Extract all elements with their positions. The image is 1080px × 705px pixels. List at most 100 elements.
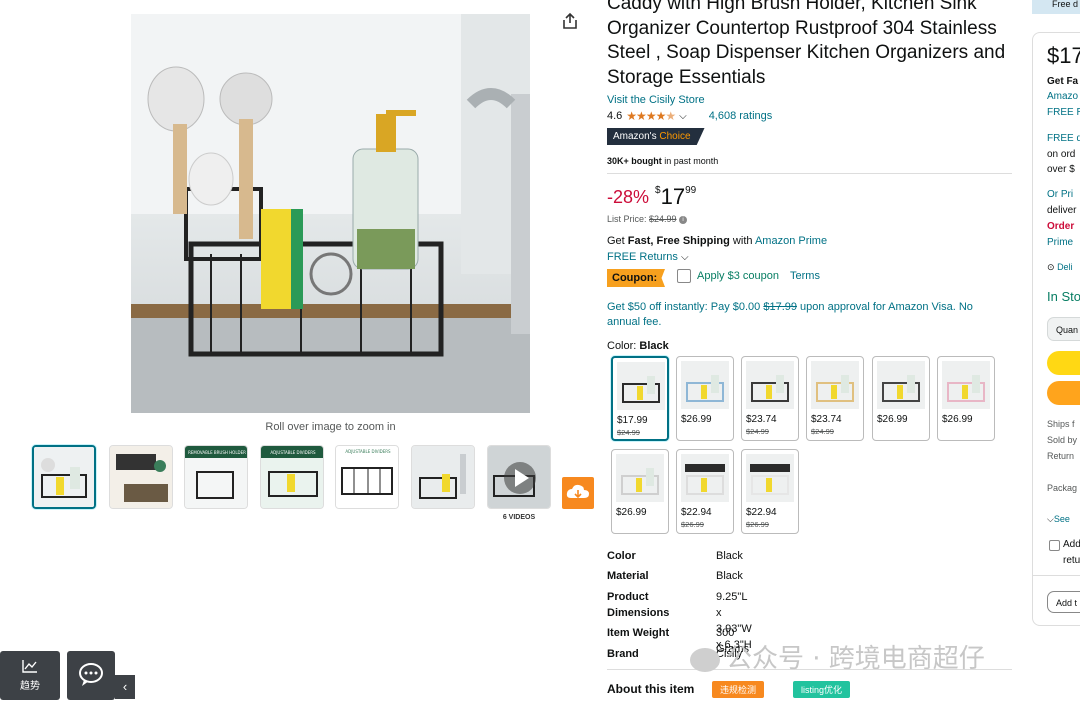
swatch-image: [877, 361, 925, 409]
thumbnail-3[interactable]: REMOVABLE BRUSH HOLDER: [184, 445, 248, 509]
coupon-checkbox[interactable]: [677, 269, 691, 283]
buybox-line: over $: [1047, 164, 1075, 175]
product-main-image[interactable]: [131, 14, 530, 413]
buybox-line[interactable]: FREE d: [1047, 133, 1080, 144]
thumbnail-1[interactable]: [32, 445, 96, 509]
free-returns-link[interactable]: FREE Returns ⌵: [607, 251, 689, 263]
watermark: 公众号 · 跨境电商超仔: [690, 638, 985, 675]
color-swatch[interactable]: $22.94 $26.99: [676, 449, 734, 534]
buybox-line: Sold by: [1047, 435, 1078, 445]
video-thumbnail[interactable]: [487, 445, 551, 509]
buybox-line: Add: [1063, 539, 1080, 550]
buy-now-button[interactable]: [1047, 381, 1080, 405]
thumb-3-caption: REMOVABLE BRUSH HOLDER: [188, 450, 246, 455]
thumbnail-4[interactable]: ADJUSTABLE DIVIDERS: [260, 445, 324, 509]
swatch-price: $26.99: [616, 507, 647, 518]
color-swatch[interactable]: $22.94 $26.99: [741, 449, 799, 534]
free-delivery-banner: Free d: [1032, 0, 1080, 14]
collapse-chevron-icon[interactable]: ‹: [115, 675, 135, 699]
spec-value: Black: [716, 550, 743, 562]
star-rating-icon[interactable]: ★★★★★: [626, 109, 676, 123]
swatch-old-price: $24.99: [811, 427, 834, 436]
quantity-select[interactable]: Quan: [1047, 317, 1080, 341]
visa-offer[interactable]: Get $50 off instantly: Pay $0.00 $17.99 …: [607, 300, 1007, 330]
add-to-list-button[interactable]: Add t: [1047, 591, 1080, 613]
chevron-down-icon[interactable]: ⌵: [679, 111, 687, 122]
swatch-image: [681, 454, 729, 502]
store-link[interactable]: Visit the Cisily Store: [607, 94, 705, 106]
buybox-line: retu: [1063, 555, 1080, 566]
info-icon[interactable]: i: [679, 215, 688, 224]
apply-coupon-label[interactable]: Apply $3 coupon: [697, 270, 779, 282]
swatch-price: $23.74: [746, 414, 777, 425]
color-swatch[interactable]: $26.99: [676, 356, 734, 441]
swatch-image: [681, 361, 729, 409]
list-price: List Price: $24.99 i: [607, 214, 688, 224]
trend-tool-button[interactable]: 趋势: [0, 651, 60, 700]
prime-link[interactable]: Amazon Prime: [755, 235, 827, 247]
product-title: Caddy with High Brush Holder, Kitchen Si…: [607, 0, 1006, 88]
buybox-line[interactable]: Amazo: [1047, 91, 1078, 102]
swatch-image: [942, 361, 990, 409]
free-returns-text: FREE Returns: [607, 251, 678, 263]
ship-with: with: [729, 235, 755, 247]
zoom-hint: Roll over image to zoom in: [265, 421, 396, 433]
visa-strike: $17.99: [763, 301, 797, 313]
discount-percent: -28%: [607, 187, 650, 207]
listing-optimize-button[interactable]: listing优化: [793, 681, 851, 698]
swatch-image: [616, 454, 664, 502]
add-to-cart-button[interactable]: [1047, 351, 1080, 375]
swatch-image: [746, 361, 794, 409]
swatch-price: $26.99: [681, 414, 712, 425]
divider: [1033, 575, 1080, 576]
buybox-deliver-link[interactable]: ⊙ Deli: [1047, 262, 1073, 273]
color-swatch[interactable]: $17.99 $24.99: [611, 356, 669, 441]
buybox-line: Packag: [1047, 483, 1078, 493]
swatch-image: [811, 361, 859, 409]
chat-tool-button[interactable]: [67, 651, 115, 700]
buybox-line[interactable]: Prime: [1047, 237, 1073, 248]
product-photo: [131, 14, 530, 413]
color-swatch[interactable]: $23.74 $24.99: [806, 356, 864, 441]
coupon-terms-link[interactable]: Terms: [790, 270, 820, 282]
about-heading: About this item: [607, 682, 695, 696]
buy-box: $17 Get Fa Amazo FREE R FREE d on ord ov…: [1032, 32, 1080, 626]
price-fraction: 99: [685, 185, 697, 196]
list-price-label: List Price:: [607, 214, 650, 224]
spec-key: Material: [607, 570, 649, 582]
coupon-badge: Coupon:: [607, 269, 665, 287]
thumbnail-6[interactable]: [411, 445, 475, 509]
buybox-line: Return: [1047, 451, 1075, 461]
divider: [607, 173, 1012, 174]
buybox-see-more[interactable]: ⌵See: [1047, 514, 1070, 525]
swatch-price: $22.94: [746, 507, 777, 518]
color-swatch[interactable]: $26.99: [611, 449, 669, 534]
share-icon[interactable]: [562, 12, 578, 30]
thumbnail-2[interactable]: [109, 445, 173, 509]
swatch-price: $23.74: [811, 414, 842, 425]
chart-icon: [22, 660, 37, 673]
swatch-old-price: $26.99: [746, 520, 769, 529]
buybox-line[interactable]: Or Pri: [1047, 189, 1073, 200]
chevron-down-icon: ⌵: [1047, 514, 1054, 524]
swatch-old-price: $26.99: [681, 520, 704, 529]
list-price-value: $24.99: [649, 214, 677, 224]
add-checkbox[interactable]: [1049, 540, 1060, 551]
swatch-old-price: $24.99: [617, 428, 640, 437]
download-icon[interactable]: [562, 477, 594, 509]
rating-value: 4.6: [607, 110, 623, 122]
swatch-price: $17.99: [617, 415, 648, 426]
color-swatch[interactable]: $26.99: [937, 356, 995, 441]
color-swatch[interactable]: $26.99: [872, 356, 930, 441]
buybox-line[interactable]: FREE R: [1047, 107, 1080, 118]
bought-count-rest: in past month: [661, 156, 719, 166]
thumbnail-5[interactable]: ADJUSTABLE DIVIDERS: [335, 445, 399, 509]
swatch-image: [617, 362, 665, 410]
buybox-line: Deli: [1057, 262, 1073, 272]
spec-key: Color: [607, 550, 636, 562]
swatch-image: [746, 454, 794, 502]
violation-check-button[interactable]: 违规检测: [712, 681, 765, 698]
color-swatch[interactable]: $23.74 $24.99: [741, 356, 799, 441]
ratings-count-link[interactable]: 4,608 ratings: [709, 110, 773, 122]
bought-count: 30K+ bought in past month: [607, 156, 718, 166]
